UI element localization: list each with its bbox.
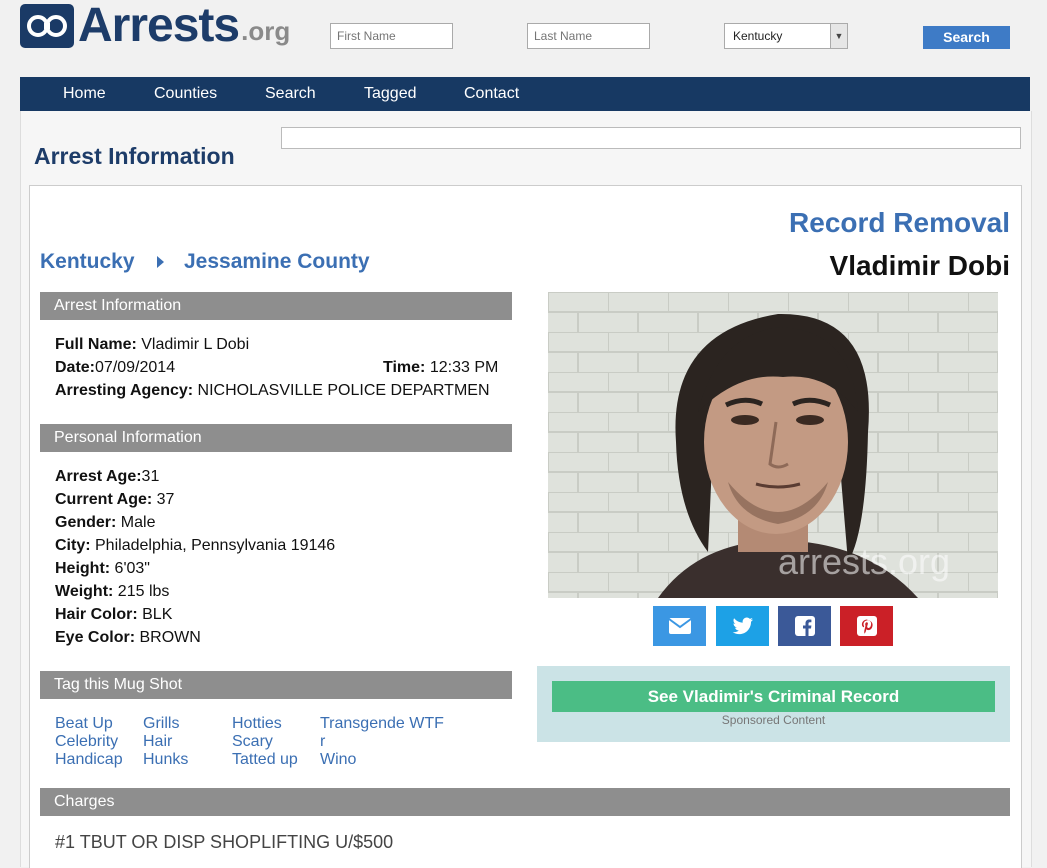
personal-field-row: Gender: Male — [55, 511, 155, 534]
tag-link[interactable]: Handicap — [55, 751, 123, 769]
arrest-age-value: 31 — [141, 468, 160, 485]
tag-link[interactable]: Hunks — [143, 751, 188, 769]
tag-link[interactable]: r — [320, 733, 325, 751]
personal-field-row: Hair Color: BLK — [55, 603, 172, 626]
pinterest-share-button[interactable] — [840, 606, 893, 646]
height-label: Height: — [55, 560, 111, 577]
arrest-age-label: Arrest Age: — [55, 468, 142, 485]
current-age-label: Current Age: — [55, 491, 153, 508]
tag-link[interactable]: Hotties — [232, 715, 282, 733]
tag-link[interactable]: Transgende WTF — [320, 715, 444, 733]
page-title: Arrest Information — [34, 143, 235, 169]
logo-tld: .org — [241, 16, 291, 46]
gender-value: Male — [116, 514, 156, 531]
charges-header: Charges — [40, 788, 1010, 816]
top-ad-bar — [281, 127, 1021, 149]
date-value: 07/09/2014 — [95, 359, 176, 376]
city-label: City: — [55, 537, 91, 554]
full-name-value: Vladimir L Dobi — [136, 336, 250, 353]
tag-link[interactable]: Beat Up — [55, 715, 113, 733]
date-row: Date:07/09/2014 — [55, 356, 175, 379]
watermark-text: arrests.org — [778, 541, 950, 582]
full-name-row: Full Name: Vladimir L Dobi — [55, 333, 249, 356]
hair-color-value: BLK — [137, 606, 173, 623]
breadcrumb-state[interactable]: Kentucky — [40, 250, 135, 274]
tag-link[interactable]: Grills — [143, 715, 179, 733]
email-share-button[interactable] — [653, 606, 706, 646]
chevron-down-icon: ▼ — [830, 24, 847, 48]
person-name: Vladimir Dobi — [829, 250, 1010, 281]
last-name-input[interactable] — [527, 23, 650, 49]
nav-contact[interactable]: Contact — [464, 77, 519, 111]
nav-tagged[interactable]: Tagged — [364, 77, 417, 111]
personal-field-row: Current Age: 37 — [55, 488, 174, 511]
state-select-value: Kentucky — [733, 29, 783, 43]
nav-home[interactable]: Home — [63, 77, 106, 111]
gender-label: Gender: — [55, 514, 117, 531]
breadcrumb-county[interactable]: Jessamine County — [184, 250, 370, 274]
time-value: 12:33 PM — [425, 359, 499, 376]
twitter-icon — [732, 617, 753, 635]
email-icon — [667, 618, 692, 634]
eye-color-value: BROWN — [135, 629, 201, 646]
personal-field-row: Height: 6'03" — [55, 557, 150, 580]
facebook-icon — [794, 616, 815, 636]
agency-row: Arresting Agency: NICHOLASVILLE POLICE D… — [55, 379, 490, 402]
personal-field-row: Arrest Age:31 — [55, 465, 159, 488]
date-label: Date: — [55, 359, 96, 376]
time-label: Time: — [383, 359, 426, 376]
time-row: Time: 12:33 PM — [383, 356, 498, 379]
logo-wordmark: Arrests — [78, 0, 240, 52]
site-logo[interactable]: Arrests .org — [20, 0, 291, 52]
weight-label: Weight: — [55, 583, 114, 600]
mugshot-photo: arrests.org — [548, 292, 998, 598]
facebook-share-button[interactable] — [778, 606, 831, 646]
search-button[interactable]: Search — [923, 26, 1010, 49]
record-removal-link[interactable]: Record Removal — [789, 207, 1010, 239]
state-select[interactable]: Kentucky ▼ — [724, 23, 848, 49]
personal-field-row: City: Philadelphia, Pennsylvania 19146 — [55, 534, 335, 557]
tag-link[interactable]: Hair — [143, 733, 172, 751]
tag-link[interactable]: Scary — [232, 733, 273, 751]
caret-right-icon — [157, 256, 164, 268]
agency-value: NICHOLASVILLE POLICE DEPARTMEN — [193, 382, 490, 399]
hair-color-label: Hair Color: — [55, 606, 138, 623]
main-nav: Home Counties Search Tagged Contact — [20, 77, 1030, 111]
personal-field-row: Weight: 215 lbs — [55, 580, 169, 603]
city-value: Philadelphia, Pennsylvania 19146 — [90, 537, 336, 554]
criminal-record-button[interactable]: See Vladimir's Criminal Record — [552, 681, 995, 712]
current-age-value: 37 — [152, 491, 175, 508]
eye-color-label: Eye Color: — [55, 629, 136, 646]
tag-link[interactable]: Celebrity — [55, 733, 118, 751]
first-name-input[interactable] — [330, 23, 453, 49]
sponsored-note: Sponsored Content — [721, 713, 826, 727]
tag-mugshot-header: Tag this Mug Shot — [40, 671, 512, 699]
agency-label: Arresting Agency: — [55, 382, 194, 399]
twitter-share-button[interactable] — [716, 606, 769, 646]
weight-value: 215 lbs — [113, 583, 170, 600]
tag-link[interactable]: Tatted up — [232, 751, 298, 769]
personal-field-row: Eye Color: BROWN — [55, 626, 201, 649]
arrest-info-header: Arrest Information — [40, 292, 512, 320]
pinterest-icon — [856, 616, 877, 636]
nav-search[interactable]: Search — [265, 77, 316, 111]
personal-info-header: Personal Information — [40, 424, 512, 452]
nav-counties[interactable]: Counties — [154, 77, 217, 111]
tag-link[interactable]: Wino — [320, 751, 356, 769]
full-name-label: Full Name: — [55, 336, 137, 353]
height-value: 6'03" — [110, 560, 150, 577]
charge-item: #1 TBUT OR DISP SHOPLIFTING U/$500 — [55, 832, 394, 852]
handcuffs-logo-icon — [20, 4, 74, 48]
